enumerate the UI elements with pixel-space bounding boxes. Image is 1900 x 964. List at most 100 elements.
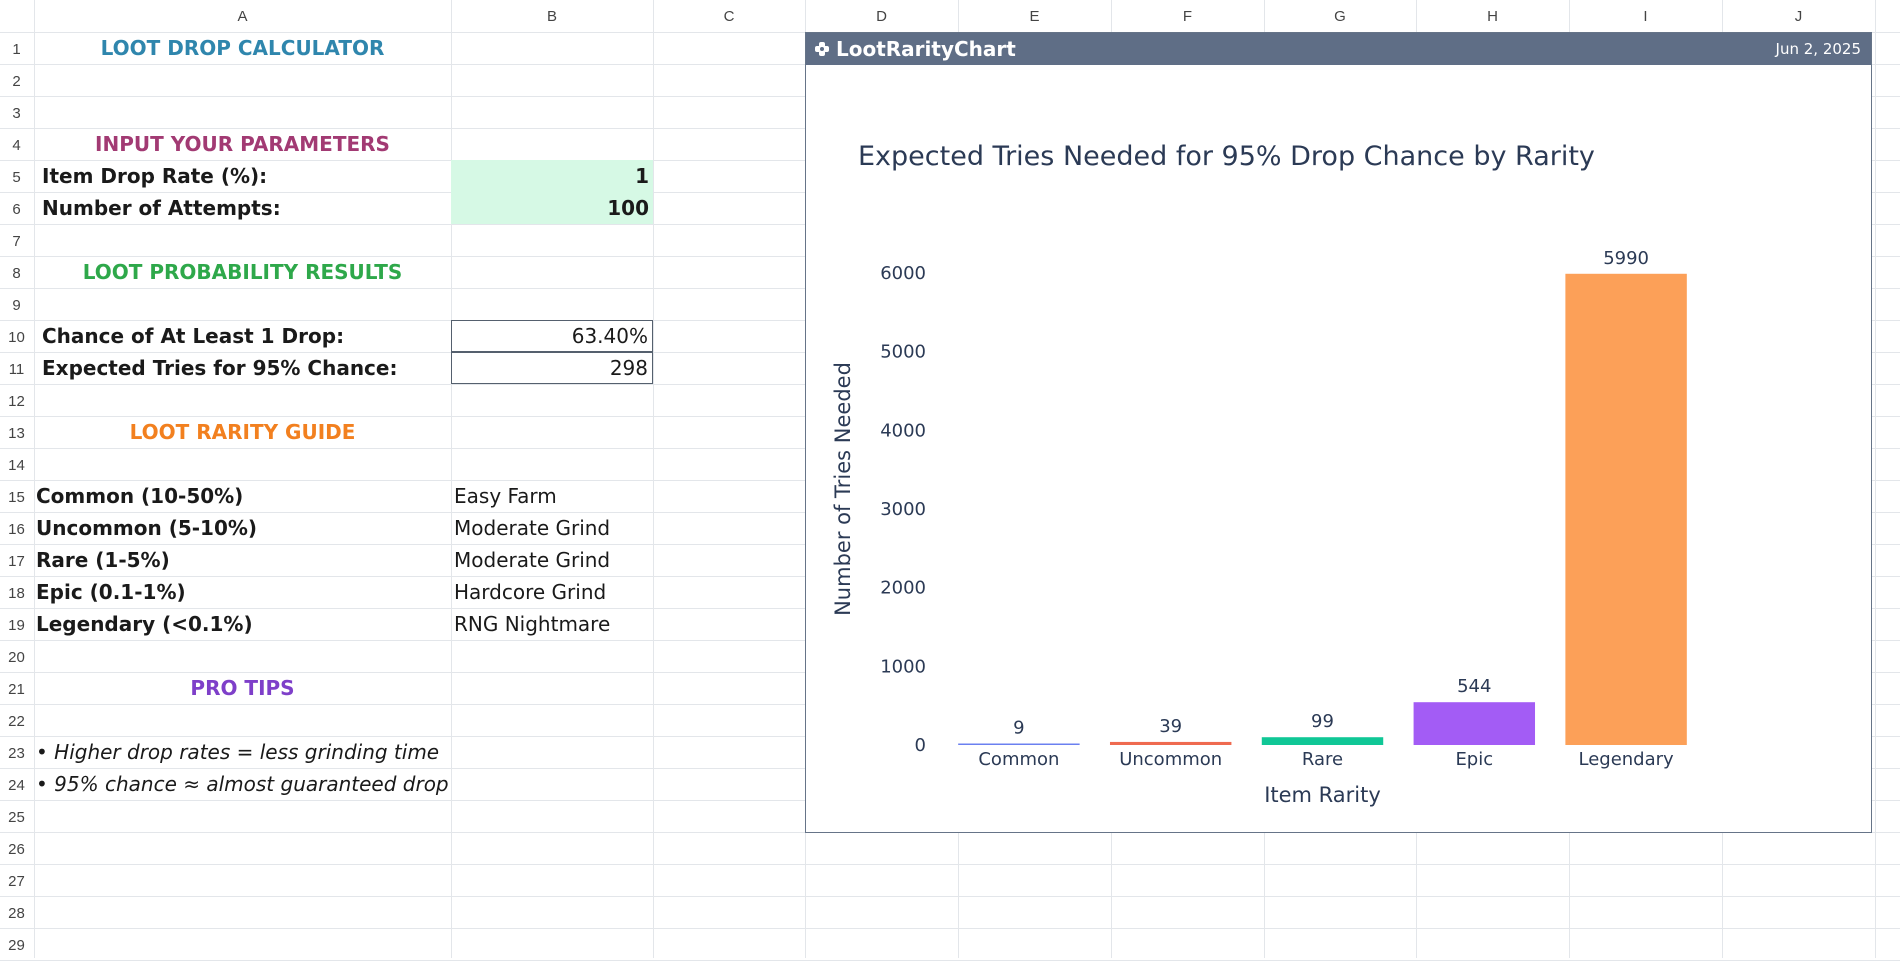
column-header[interactable]: A [34, 0, 451, 32]
column-header[interactable]: G [1264, 0, 1416, 32]
guide-desc[interactable]: Hardcore Grind [454, 576, 653, 608]
grid-line-horizontal [0, 928, 1900, 929]
guide-tier[interactable]: Epic (0.1-1%) [36, 576, 451, 608]
row-header[interactable]: 21 [0, 672, 33, 704]
cell-a5-drop-rate-label[interactable]: Item Drop Rate (%): [42, 160, 451, 192]
cell-a10-chance-label[interactable]: Chance of At Least 1 Drop: [42, 320, 451, 352]
grid-line-horizontal [0, 896, 1900, 897]
y-tick-label: 4000 [880, 420, 926, 441]
y-axis-label: Number of Tries Needed [831, 362, 855, 616]
x-axis-label: Item Rarity [1264, 783, 1381, 807]
bar-legendary [1565, 273, 1687, 745]
x-tick-label: Common [978, 749, 1059, 770]
row-header[interactable]: 19 [0, 608, 33, 640]
grid-line-horizontal [0, 864, 1900, 865]
y-tick-label: 1000 [880, 656, 926, 677]
row-header[interactable]: 13 [0, 416, 33, 448]
cell-a8-results-header[interactable]: LOOT PROBABILITY RESULTS [34, 256, 451, 288]
chart-panel[interactable]: LootRarityChart Jun 2, 2025 Expected Tri… [805, 32, 1872, 833]
bar-value-label: 99 [1311, 711, 1334, 732]
row-header[interactable]: 20 [0, 640, 33, 672]
column-header[interactable]: I [1569, 0, 1722, 32]
drop-rate-input[interactable]: 1 [451, 160, 653, 192]
guide-desc[interactable]: Moderate Grind [454, 544, 653, 576]
cell-a1-title[interactable]: LOOT DROP CALCULATOR [34, 32, 451, 64]
bar-value-label: 5990 [1603, 248, 1649, 269]
column-header[interactable]: H [1416, 0, 1569, 32]
tries-result[interactable]: 298 [451, 352, 653, 384]
row-header[interactable]: 9 [0, 288, 33, 320]
row-header[interactable]: 7 [0, 224, 33, 256]
row-header[interactable]: 11 [0, 352, 33, 384]
column-header[interactable]: B [451, 0, 653, 32]
y-tick-label: 3000 [880, 499, 926, 520]
bar-value-label: 544 [1457, 676, 1491, 697]
row-header[interactable]: 1 [0, 32, 33, 64]
row-header[interactable]: 14 [0, 448, 33, 480]
tip-item[interactable]: • Higher drop rates = less grinding time [36, 736, 636, 768]
row-header[interactable]: 26 [0, 832, 33, 864]
chart-logo-icon [815, 42, 829, 56]
cell-a6-attempts-label[interactable]: Number of Attempts: [42, 192, 451, 224]
bar-epic [1413, 702, 1536, 745]
x-tick-label: Rare [1302, 749, 1343, 770]
column-header[interactable]: D [805, 0, 958, 32]
row-header[interactable]: 29 [0, 928, 33, 960]
x-tick-label: Legendary [1578, 749, 1674, 770]
row-header[interactable]: 15 [0, 480, 33, 512]
chance-result[interactable]: 63.40% [451, 320, 653, 352]
cell-a4-input-header[interactable]: INPUT YOUR PARAMETERS [34, 128, 451, 160]
row-header[interactable]: 23 [0, 736, 33, 768]
y-tick-label: 2000 [880, 578, 926, 599]
cell-a11-tries-label[interactable]: Expected Tries for 95% Chance: [42, 352, 451, 384]
row-header[interactable]: 25 [0, 800, 33, 832]
bar-chart: Expected Tries Needed for 95% Drop Chanc… [831, 141, 1687, 807]
row-header[interactable]: 8 [0, 256, 33, 288]
x-tick-label: Uncommon [1119, 749, 1222, 770]
row-header[interactable]: 6 [0, 192, 33, 224]
row-header[interactable]: 27 [0, 864, 33, 896]
row-header[interactable]: 22 [0, 704, 33, 736]
row-header[interactable]: 18 [0, 576, 33, 608]
y-tick-label: 6000 [880, 263, 926, 284]
column-header[interactable]: F [1111, 0, 1264, 32]
row-header[interactable]: 2 [0, 64, 33, 96]
grid-line-vertical [451, 0, 452, 958]
attempts-input[interactable]: 100 [451, 192, 653, 224]
bar-uncommon [1109, 741, 1232, 745]
x-tick-label: Epic [1455, 749, 1493, 770]
row-header[interactable]: 16 [0, 512, 33, 544]
guide-desc[interactable]: Easy Farm [454, 480, 653, 512]
cell-a13-guide-header[interactable]: LOOT RARITY GUIDE [34, 416, 451, 448]
y-tick-label: 5000 [880, 342, 926, 363]
row-header[interactable]: 17 [0, 544, 33, 576]
guide-tier[interactable]: Common (10-50%) [36, 480, 451, 512]
row-header[interactable]: 4 [0, 128, 33, 160]
bar-common [958, 743, 1080, 745]
guide-tier[interactable]: Legendary (<0.1%) [36, 608, 451, 640]
y-tick-label: 0 [915, 735, 926, 756]
grid-line-vertical [653, 0, 654, 958]
bar-value-label: 39 [1159, 716, 1182, 737]
guide-tier[interactable]: Uncommon (5-10%) [36, 512, 451, 544]
row-header[interactable]: 3 [0, 96, 33, 128]
chart-titlebar: LootRarityChart Jun 2, 2025 [806, 33, 1871, 65]
row-header[interactable]: 10 [0, 320, 33, 352]
row-header[interactable]: 5 [0, 160, 33, 192]
column-header[interactable]: C [653, 0, 805, 32]
grid-line-vertical [1875, 0, 1876, 958]
cell-a21-tips-header[interactable]: PRO TIPS [34, 672, 451, 704]
row-header[interactable]: 28 [0, 896, 33, 928]
bar-rare [1261, 737, 1384, 745]
row-header[interactable]: 12 [0, 384, 33, 416]
chart-title: Expected Tries Needed for 95% Drop Chanc… [858, 141, 1595, 172]
tip-item[interactable]: • 95% chance ≈ almost guaranteed drop [36, 768, 636, 800]
guide-desc[interactable]: Moderate Grind [454, 512, 653, 544]
guide-desc[interactable]: RNG Nightmare [454, 608, 653, 640]
column-header[interactable]: E [958, 0, 1111, 32]
chart-name: LootRarityChart [836, 37, 1016, 61]
guide-tier[interactable]: Rare (1-5%) [36, 544, 451, 576]
row-header[interactable]: 24 [0, 768, 33, 800]
chart-date: Jun 2, 2025 [1775, 40, 1861, 58]
column-header[interactable]: J [1722, 0, 1875, 32]
